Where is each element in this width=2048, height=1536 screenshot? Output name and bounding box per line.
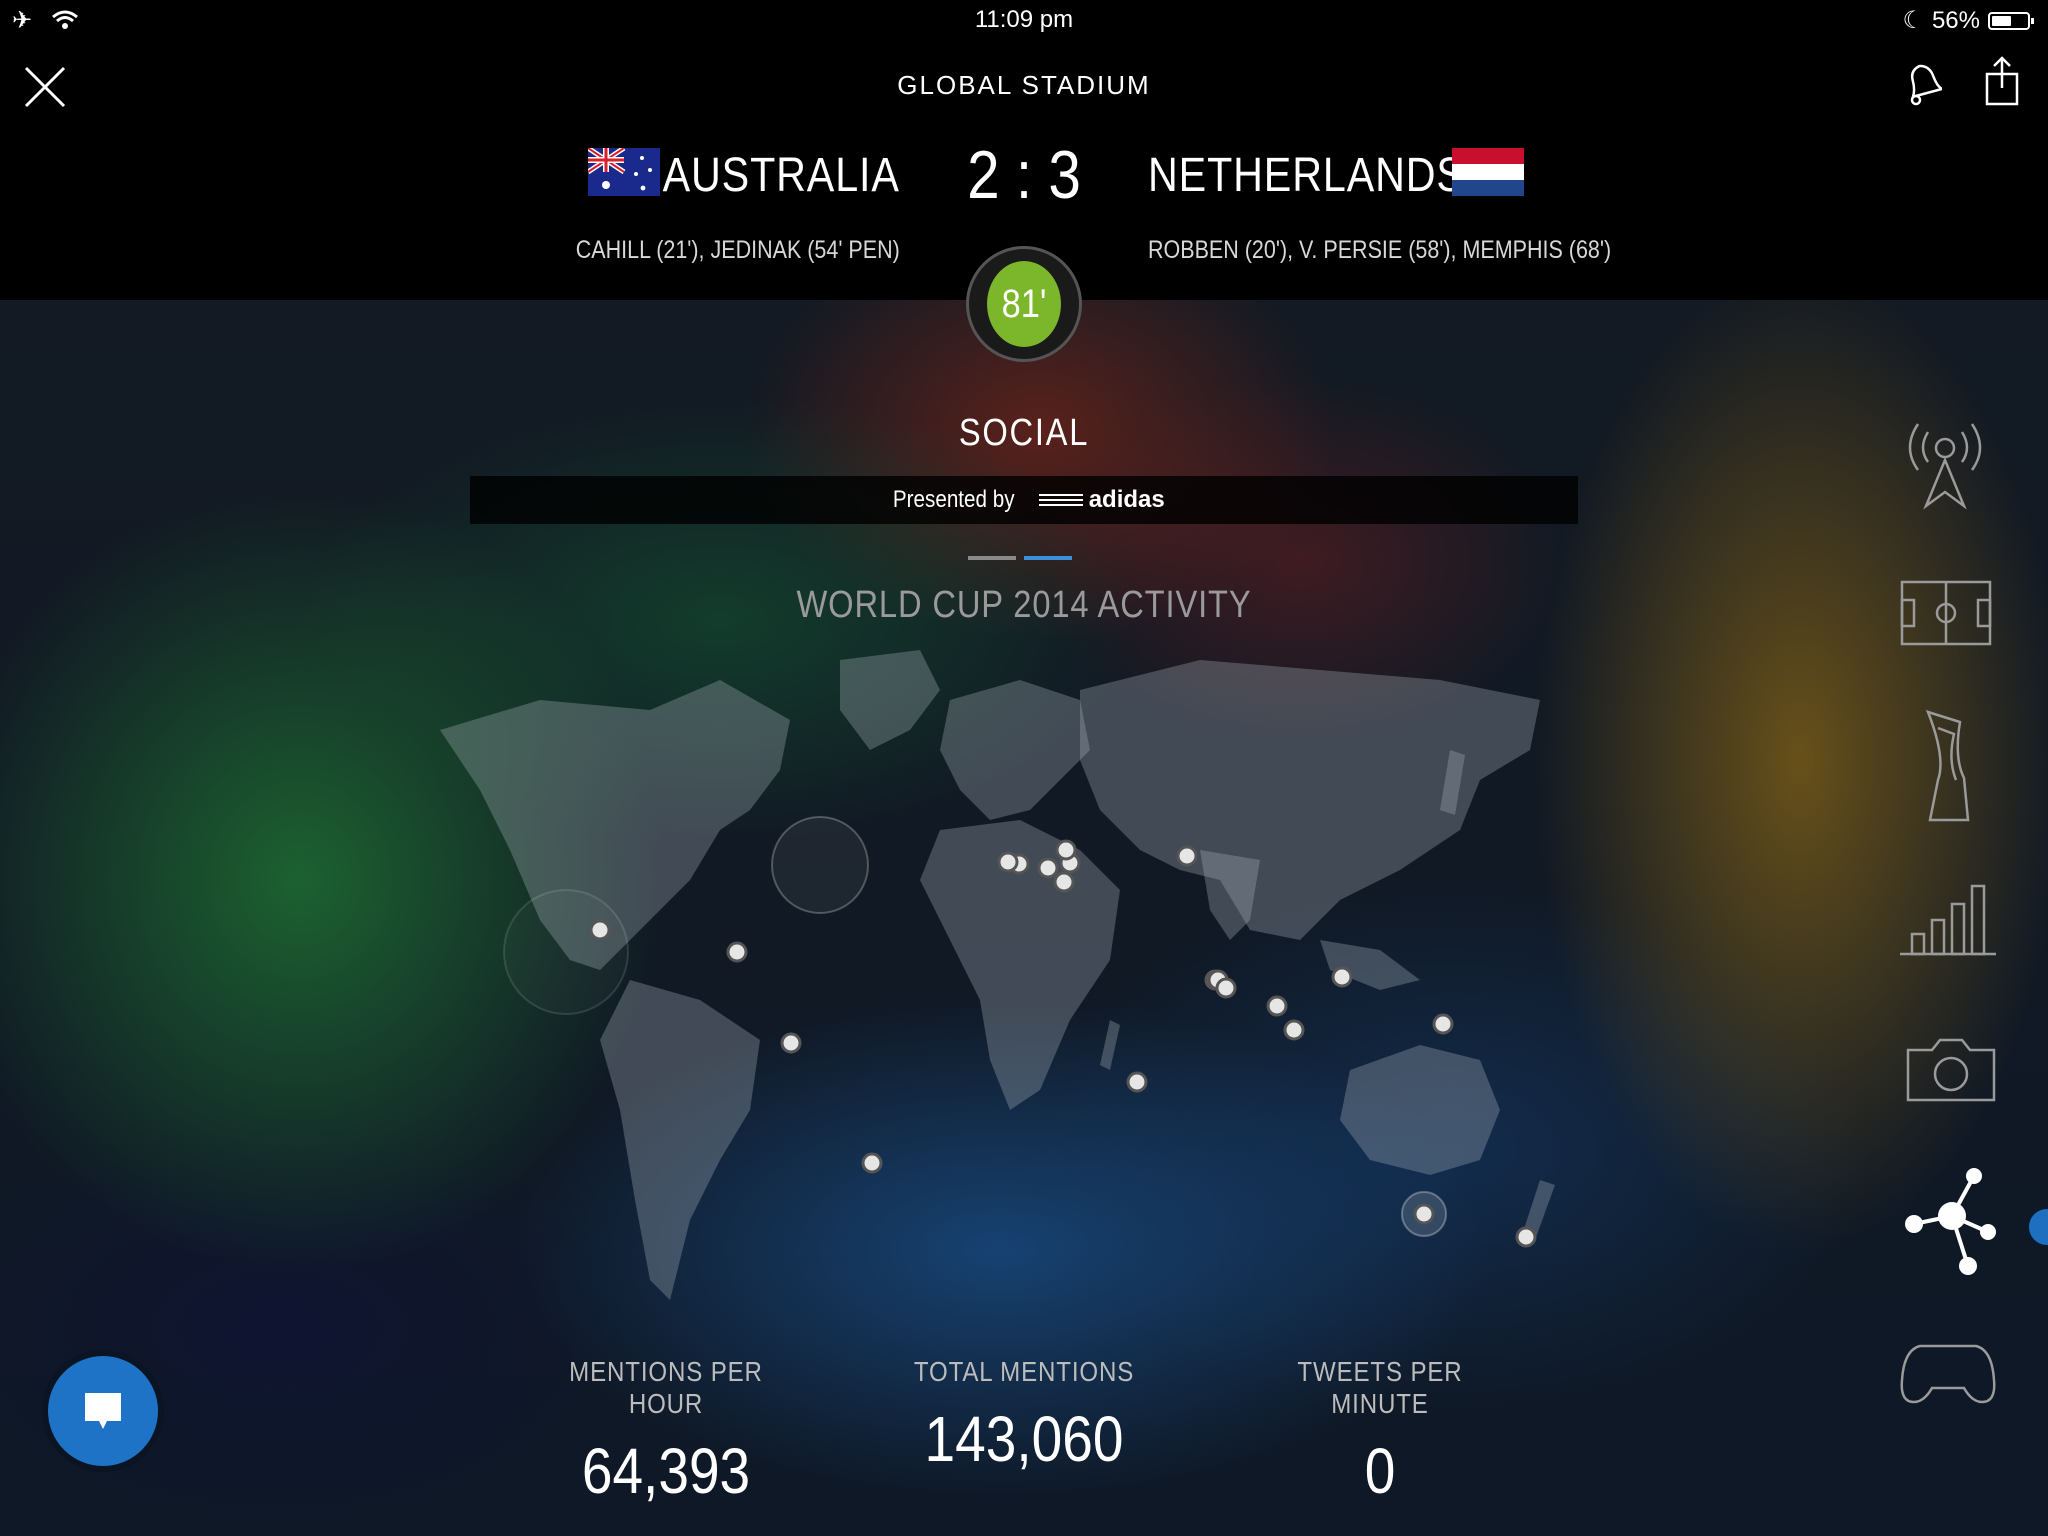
activity-dot (1055, 839, 1077, 861)
netherlands-flag-icon (1452, 148, 1524, 196)
activity-dot (1515, 1226, 1537, 1248)
madagascar-landmass (1100, 1020, 1120, 1070)
activity-dot (1432, 1013, 1454, 1035)
activity-dot (1176, 845, 1198, 867)
stat-label: MENTIONS PER HOUR (569, 1356, 763, 1419)
activity-dot (1283, 1019, 1305, 1041)
sponsor-name: adidas (1088, 486, 1165, 513)
pitch-icon[interactable] (1900, 580, 1992, 646)
activity-dot (589, 919, 611, 941)
chat-button[interactable] (42, 1350, 164, 1472)
home-scorers: CAHILL (21'), JEDINAK (54' PEN) (575, 236, 900, 264)
away-team-name: NETHERLANDS (1148, 149, 1465, 202)
australia-landmass (1340, 1045, 1500, 1175)
stat-mentions-per-hour: MENTIONS PER HOUR 64,393 (516, 1356, 816, 1508)
australia-flag-icon (588, 148, 660, 196)
share-icon[interactable] (1984, 56, 2020, 106)
trophy-icon[interactable] (1924, 708, 1972, 824)
social-network-icon[interactable] (1900, 1166, 1996, 1278)
stat-label: TWEETS PER MINUTE (1297, 1356, 1463, 1419)
activity-halo-usa (503, 889, 629, 1015)
home-team-name: AUSTRALIA (662, 149, 900, 202)
stat-value: 0 (1364, 1435, 1396, 1507)
match-clock: 81' (966, 246, 1082, 362)
gamepad-icon[interactable] (1900, 1340, 1996, 1406)
europe-landmass (940, 680, 1090, 820)
page-indicator-2[interactable] (1024, 556, 1072, 560)
moon-icon: ☾ (1902, 7, 1924, 34)
stat-total-mentions: TOTAL MENTIONS 143,060 (874, 1356, 1174, 1476)
stat-value: 64,393 (581, 1435, 751, 1507)
match-score: 2 : 3 (967, 137, 1081, 213)
activity-dot (997, 851, 1019, 873)
presented-by-label: Presented by (893, 486, 1015, 513)
world-activity-map (440, 650, 1555, 1300)
south-america-landmass (600, 980, 760, 1300)
page-title: GLOBAL STADIUM (897, 70, 1151, 100)
broadcast-icon[interactable] (1900, 410, 1990, 510)
bell-icon[interactable] (1902, 60, 1942, 108)
stat-value: 143,060 (924, 1403, 1124, 1475)
status-time: 11:09 pm (974, 6, 1074, 33)
activity-dot (1053, 871, 1075, 893)
activity-dot (1215, 977, 1237, 999)
activity-dot (726, 941, 748, 963)
activity-dot (1266, 995, 1288, 1017)
camera-icon[interactable] (1906, 1036, 1996, 1102)
stat-label: TOTAL MENTIONS (913, 1356, 1135, 1387)
asia-landmass (1080, 660, 1540, 940)
activity-dot (1413, 1203, 1435, 1225)
match-minute: 81' (987, 261, 1061, 347)
sponsor-bar: Presented by adidas (470, 476, 1578, 524)
status-right-icons: ☾ 56% (1902, 6, 2034, 35)
activity-halo-europe (771, 816, 869, 914)
section-title: SOCIAL (958, 412, 1090, 454)
activity-dot (1331, 966, 1353, 988)
chat-bubble-icon (85, 1393, 121, 1429)
adidas-logo: adidas (1038, 486, 1165, 514)
away-scorers: ROBBEN (20'), V. PERSIE (58'), MEMPHIS (… (1148, 236, 1612, 264)
greenland-landmass (840, 650, 940, 750)
activity-subtitle: WORLD CUP 2014 ACTIVITY (796, 584, 1252, 626)
battery-icon (1988, 11, 2034, 30)
activity-dot (1126, 1071, 1148, 1093)
bar-chart-icon[interactable] (1900, 880, 1996, 956)
stat-tweets-per-minute: TWEETS PER MINUTE 0 (1230, 1356, 1530, 1508)
activity-dot (1037, 857, 1059, 879)
activity-dot (861, 1152, 883, 1174)
battery-percent: 56% (1931, 6, 1980, 34)
adidas-stripes-icon (1038, 494, 1083, 506)
activity-dot (780, 1032, 802, 1054)
page-indicator-1[interactable] (968, 556, 1016, 560)
status-bar: ✈ 11:09 pm ☾ 56% (0, 0, 2048, 40)
